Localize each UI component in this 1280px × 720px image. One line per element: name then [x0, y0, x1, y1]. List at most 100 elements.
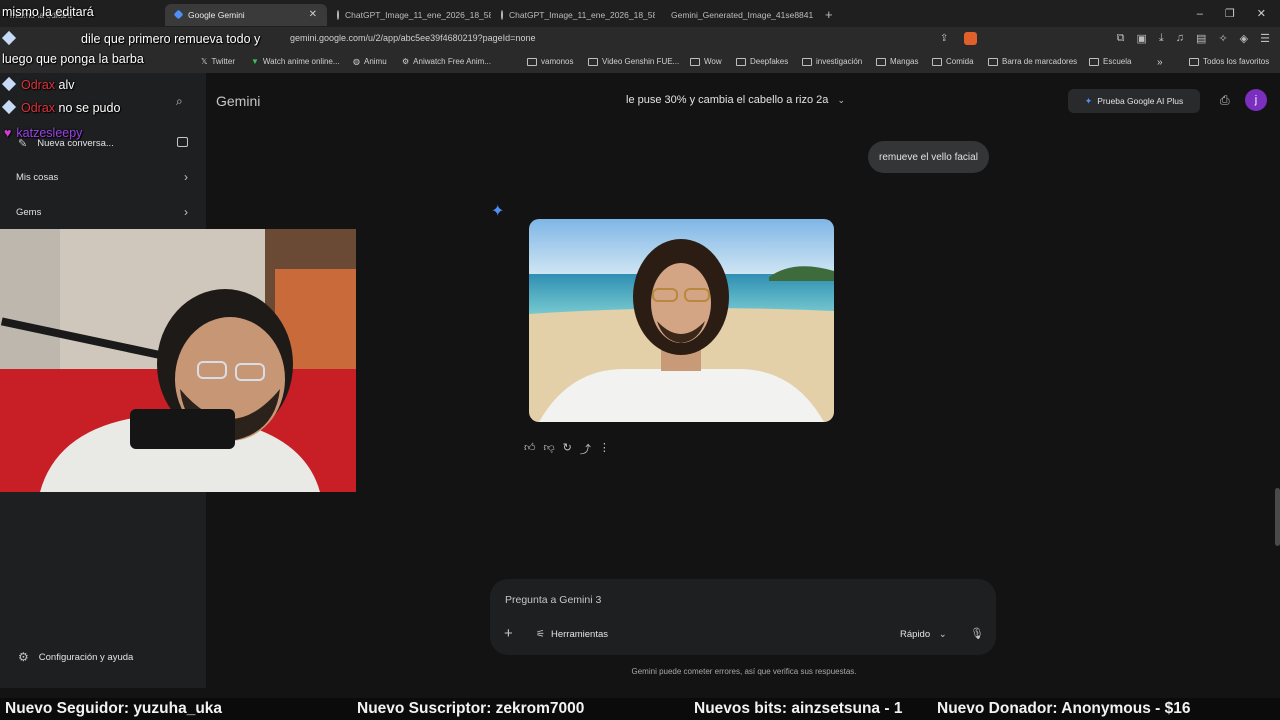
chat-message: mismo la editará — [2, 5, 94, 19]
minimize-icon[interactable]: – — [1197, 8, 1203, 20]
prompt-composer: Pregunta a Gemini 3 + ⚟ Herramientas Ráp… — [490, 579, 996, 655]
tab-4[interactable]: ChatGPT_Image_11_ene_2026_18_58 — [491, 4, 655, 26]
menu-icon[interactable]: ☰ — [1260, 32, 1270, 45]
brave-shield-icon[interactable] — [964, 32, 977, 45]
bookmark-vamonos[interactable]: vamonos — [527, 57, 573, 66]
close-window-icon[interactable]: ✕ — [1257, 7, 1266, 20]
chevron-down-icon: ⌄ — [837, 95, 846, 105]
bookmark-comida[interactable]: Comida — [932, 57, 974, 66]
bookmark-twitter[interactable]: 𝕏 Twitter — [201, 57, 235, 66]
chat-text: luego que ponga la barba — [2, 52, 144, 66]
chevron-right-icon: › — [184, 170, 188, 184]
bookmark-escuela[interactable]: Escuela — [1089, 57, 1131, 66]
bookmark-mangas[interactable]: Mangas — [876, 57, 918, 66]
bookmark-label: investigación — [816, 57, 863, 66]
maximize-icon[interactable]: ❐ — [1225, 7, 1235, 20]
microphone-icon[interactable]: 🎙︎ — [970, 627, 984, 640]
heart-badge-icon: ♥ — [4, 126, 12, 140]
mode-selector[interactable]: Rápido ⌄ — [900, 629, 947, 640]
badge-icon — [1, 30, 17, 46]
conversation-title-text: le puse 30% y cambia el cabello a rizo 2… — [626, 94, 829, 106]
folder-icon — [802, 57, 812, 66]
bookmark-label: Aniwatch Free Anim... — [413, 57, 491, 66]
folder-icon — [876, 57, 886, 66]
vpn-icon[interactable]: ◈ — [1240, 32, 1248, 45]
new-subscriber-alert: Nuevo Suscriptor: zekrom7000 — [357, 700, 585, 717]
chat-text: alv — [58, 78, 75, 92]
sidebar-item-gems[interactable]: Gems — [16, 207, 41, 218]
bookmarks-bar: 𝕏 Twitter ▼ Watch anime online... ◍ Animu ⚙… — [0, 53, 1280, 73]
tab-5[interactable]: Gemini_Generated_Image_41se8841 — [655, 4, 815, 26]
share-icon[interactable]: ⇪ — [940, 33, 948, 44]
settings-button[interactable]: ⚙ Configuración y ayuda — [18, 650, 133, 664]
chat-nick: Odrax — [21, 101, 56, 115]
more-options-icon[interactable]: ⋮ — [599, 441, 610, 457]
folder-icon — [527, 57, 537, 66]
tab-google-gemini[interactable]: Google Gemini ✕ — [165, 3, 327, 26]
wallet-icon[interactable]: ▤ — [1196, 32, 1206, 45]
scrollbar[interactable] — [1275, 488, 1280, 546]
x-icon: 𝕏 — [201, 57, 208, 66]
anime-icon: ▼ — [251, 57, 259, 66]
prompt-input[interactable]: Pregunta a Gemini 3 — [505, 594, 601, 606]
thumbs-up-icon[interactable]: 👍︎ — [524, 441, 536, 457]
download-icon[interactable]: ⤓ — [1159, 32, 1164, 45]
tools-button[interactable]: ⚟ Herramientas — [536, 629, 608, 640]
tab-label: ChatGPT_Image_11_ene_2026_18_58 — [509, 9, 655, 20]
extensions-icon[interactable]: ⧉ — [1117, 32, 1125, 45]
tab-3[interactable]: ChatGPT_Image_11_ene_2026_18_58 — [327, 4, 491, 26]
bookmark-label: Animu — [363, 57, 387, 66]
share-icon[interactable]: ⤴ — [580, 441, 591, 457]
folder-icon — [690, 57, 700, 66]
try-ai-plus-button[interactable]: ✦ Prueba Google AI Plus — [1068, 89, 1200, 113]
new-donor-alert: Nuevo Donador: Anonymous - $16 — [937, 700, 1191, 717]
bookmark-genshin[interactable]: Video Genshin FUE... — [588, 57, 679, 66]
gemini-brand[interactable]: Gemini — [216, 93, 260, 109]
bookmark-aniwatch[interactable]: ⚙ Aniwatch Free Anim... — [402, 57, 491, 66]
add-attachment-icon[interactable]: + — [504, 625, 513, 642]
conversation-title[interactable]: le puse 30% y cambia el cabello a rizo 2… — [626, 94, 845, 106]
chat-text: dile que primero remueva todo y — [81, 32, 261, 46]
bookmark-barra[interactable]: Barra de marcadores — [988, 57, 1077, 66]
bookmark-wow[interactable]: Wow — [690, 57, 722, 66]
share-chat-icon[interactable]: ⎙ — [1220, 93, 1230, 108]
bookmark-deepfakes[interactable]: Deepfakes — [736, 57, 788, 66]
temporary-chat-icon[interactable] — [177, 137, 188, 147]
bookmark-label: Todos los favoritos — [1203, 57, 1270, 66]
folder-icon — [1189, 57, 1199, 66]
music-icon[interactable]: ♫ — [1176, 32, 1184, 45]
bookmark-all-favorites[interactable]: Todos los favoritos — [1189, 57, 1269, 66]
thumbs-down-icon[interactable]: 👎︎ — [544, 441, 555, 457]
user-message-bubble: remueve el vello facial — [868, 141, 989, 173]
sidebar-icon[interactable]: ▣ — [1137, 32, 1147, 45]
chat-text: mismo la editará — [2, 5, 94, 19]
tab-label: ChatGPT_Image_11_ene_2026_18_58 — [345, 9, 491, 20]
new-tab-button[interactable]: + — [815, 4, 841, 26]
bookmark-watch-anime[interactable]: ▼ Watch anime online... — [251, 57, 340, 66]
user-message-text: remueve el vello facial — [879, 151, 978, 163]
leo-icon[interactable]: ✧ — [1218, 32, 1227, 45]
more-bookmarks-icon[interactable]: » — [1157, 57, 1163, 68]
url-field[interactable]: gemini.google.com/u/2/app/abc5ee39f46802… — [290, 33, 535, 43]
chat-nick: Odrax — [21, 78, 56, 92]
bookmark-label: Escuela — [1103, 57, 1132, 66]
sidebar-item-my-stuff[interactable]: Mis cosas — [16, 172, 58, 183]
generated-photo — [529, 219, 834, 422]
regenerate-icon[interactable]: ↻ — [563, 441, 572, 457]
settings-label: Configuración y ayuda — [38, 651, 134, 663]
bookmark-animu[interactable]: ◍ Animu — [353, 57, 387, 66]
bookmark-label: Mangas — [890, 57, 919, 66]
folder-icon — [588, 57, 598, 66]
bookmark-label: Twitter — [211, 57, 236, 66]
badge-icon — [1, 76, 17, 92]
bookmark-label: Deepfakes — [750, 57, 789, 66]
bookmark-investigacion[interactable]: investigación — [802, 57, 862, 66]
folder-icon — [988, 57, 998, 66]
avatar[interactable]: j — [1245, 89, 1267, 111]
generated-image[interactable] — [529, 219, 834, 422]
close-tab-icon[interactable]: ✕ — [309, 9, 317, 20]
search-icon[interactable]: ⌕ — [176, 94, 183, 109]
gemini-spark-icon: ✦ — [491, 203, 505, 220]
chatgpt-tab-icon — [337, 9, 339, 20]
gear-icon: ⚙ — [18, 650, 29, 664]
